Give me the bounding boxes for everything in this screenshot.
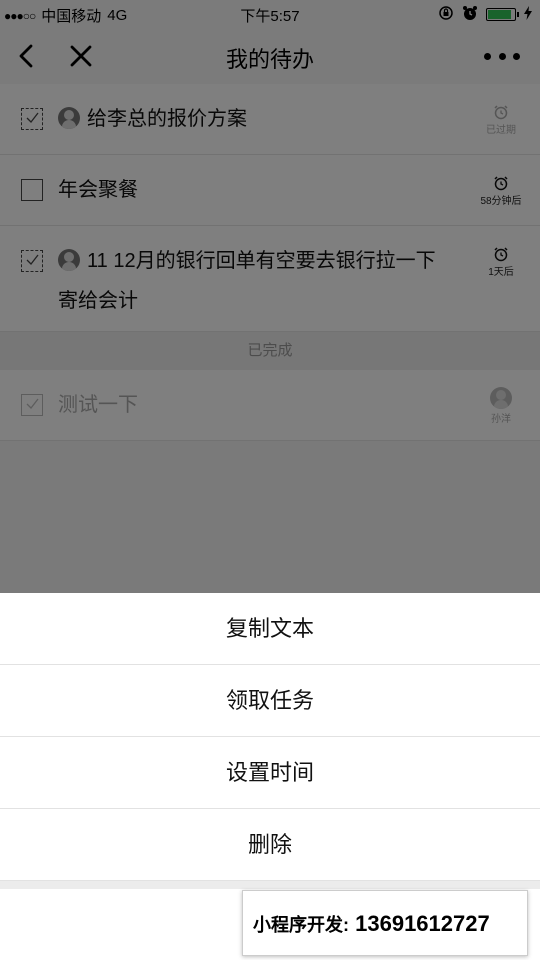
contact-watermark: 小程序开发: 13691612727 [242,890,528,956]
watermark-phone: 13691612727 [355,911,490,936]
sheet-divider [0,881,540,889]
watermark-label: 小程序开发: [253,915,349,935]
copy-text-button[interactable]: 复制文本 [0,593,540,665]
set-time-button[interactable]: 设置时间 [0,737,540,809]
delete-button[interactable]: 删除 [0,809,540,881]
claim-task-button[interactable]: 领取任务 [0,665,540,737]
